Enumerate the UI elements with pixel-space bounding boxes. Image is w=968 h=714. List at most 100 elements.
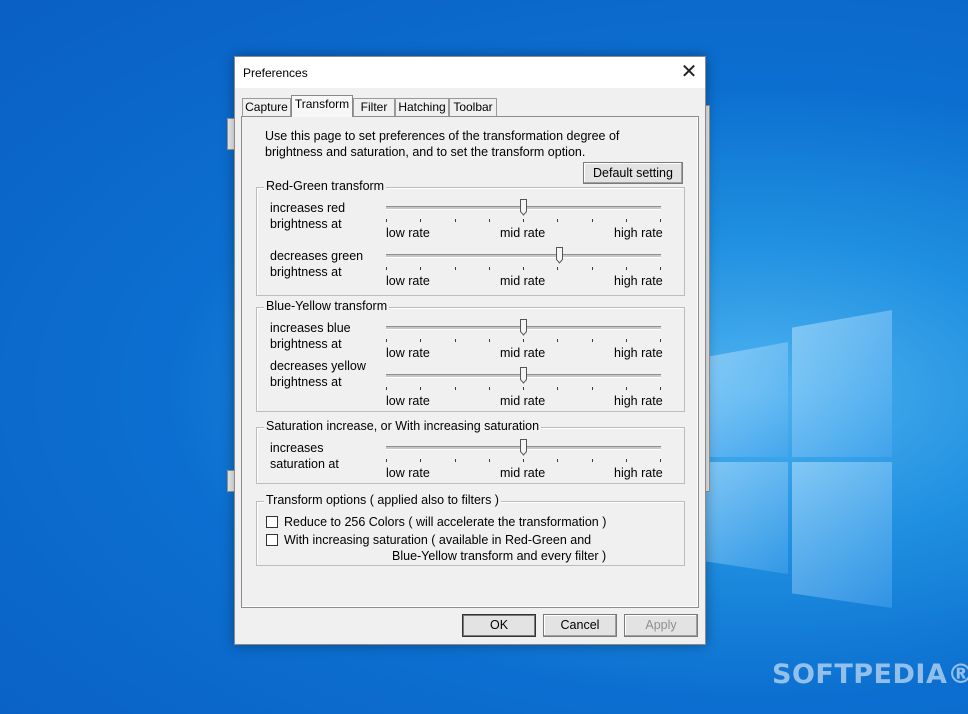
blue-yellow-group: Blue-Yellow transform increases blue bri…	[256, 299, 685, 412]
slider-tick	[523, 267, 524, 270]
slider-tick	[489, 219, 490, 222]
slider-tick	[386, 459, 387, 462]
slider-label-low: low rate	[386, 226, 430, 240]
slider-label-low: low rate	[386, 346, 430, 360]
row-label: increases saturation at	[270, 441, 339, 471]
title-bar[interactable]: Preferences ✕	[235, 57, 705, 88]
slider-thumb[interactable]	[520, 367, 527, 384]
slider-tick	[626, 459, 627, 462]
slider-tick	[592, 219, 593, 222]
slider-tick	[386, 267, 387, 270]
slider-tick	[660, 387, 661, 390]
slider-tick	[626, 387, 627, 390]
slider-thumb[interactable]	[556, 247, 563, 264]
transform-tab-panel: Use this page to set preferences of the …	[241, 116, 699, 608]
slider-tick	[523, 339, 524, 342]
slider-tick	[455, 339, 456, 342]
slider-tick	[386, 339, 387, 342]
slider-label-high: high rate	[614, 226, 663, 240]
slider-label-low: low rate	[386, 466, 430, 480]
slider-tick	[626, 267, 627, 270]
slider-tick	[455, 459, 456, 462]
slider-label-high: high rate	[614, 466, 663, 480]
softpedia-watermark: SOFTPEDIA®	[772, 659, 968, 690]
slider-tick	[626, 219, 627, 222]
saturation-slider[interactable]: low rate mid rate high rate	[386, 439, 663, 480]
slider-tick	[592, 459, 593, 462]
slider-tick	[523, 387, 524, 390]
close-icon[interactable]: ✕	[673, 57, 705, 88]
reduce-colors-checkbox[interactable]	[266, 516, 278, 528]
slider-tick	[557, 267, 558, 270]
slider-label-mid: mid rate	[500, 226, 546, 240]
slider-track[interactable]	[386, 254, 661, 258]
slider-tick	[489, 459, 490, 462]
slider-tick	[489, 267, 490, 270]
saturation-group: Saturation increase, or With increasing …	[256, 419, 685, 484]
yellow-brightness-slider[interactable]: low rate mid rate high rate	[386, 367, 663, 408]
tab-filter[interactable]: Filter	[353, 98, 395, 116]
slider-tick	[626, 339, 627, 342]
default-setting-button[interactable]: Default setting	[583, 162, 683, 184]
apply-button[interactable]: Apply	[624, 614, 698, 637]
green-brightness-slider[interactable]: low rate mid rate high rate	[386, 247, 663, 288]
row-label: decreases yellow brightness at	[270, 359, 366, 389]
slider-tick	[557, 339, 558, 342]
slider-label-low: low rate	[386, 394, 430, 408]
tab-toolbar[interactable]: Toolbar	[449, 98, 497, 116]
slider-label-mid: mid rate	[500, 346, 546, 360]
slider-label-high: high rate	[614, 274, 663, 288]
row-label: decreases green brightness at	[270, 249, 364, 279]
slider-tick	[592, 387, 593, 390]
slider-thumb[interactable]	[520, 199, 527, 216]
slider-tick	[386, 387, 387, 390]
preferences-dialog: Preferences ✕ Capture Transform Filter H…	[234, 56, 706, 645]
tab-capture[interactable]: Capture	[242, 98, 291, 116]
slider-tick	[420, 219, 421, 222]
slider-tick	[523, 459, 524, 462]
checkbox-label-cont: Blue-Yellow transform and every filter )	[392, 549, 607, 563]
slider-tick	[455, 219, 456, 222]
slider-thumb[interactable]	[520, 319, 527, 336]
slider-label-mid: mid rate	[500, 394, 546, 408]
slider-tick	[420, 387, 421, 390]
increasing-saturation-checkbox[interactable]	[266, 534, 278, 546]
slider-tick	[660, 459, 661, 462]
row-label: increases blue brightness at	[270, 321, 351, 351]
windows-logo	[700, 310, 892, 608]
dialog-title: Preferences	[243, 66, 308, 80]
checkbox-label: Reduce to 256 Colors ( will accelerate t…	[284, 515, 607, 529]
slider-label-low: low rate	[386, 274, 430, 288]
group-title: Blue-Yellow transform	[264, 299, 390, 313]
slider-tick	[523, 219, 524, 222]
slider-tick	[557, 219, 558, 222]
slider-tick	[557, 387, 558, 390]
slider-tick	[455, 267, 456, 270]
slider-label-mid: mid rate	[500, 274, 546, 288]
tab-hatching[interactable]: Hatching	[395, 98, 449, 116]
slider-tick	[420, 339, 421, 342]
checkbox-label: With increasing saturation ( available i…	[284, 533, 592, 547]
red-green-group: Red-Green transform increases red bright…	[256, 179, 685, 296]
tab-transform[interactable]: Transform	[291, 95, 353, 117]
group-title: Saturation increase, or With increasing …	[264, 419, 542, 433]
slider-thumb[interactable]	[520, 439, 527, 456]
slider-tick	[455, 387, 456, 390]
group-title: Red-Green transform	[264, 179, 387, 193]
blue-brightness-slider[interactable]: low rate mid rate high rate	[386, 319, 663, 360]
ok-button[interactable]: OK	[462, 614, 536, 637]
row-label: increases red brightness at	[270, 201, 346, 231]
slider-label-mid: mid rate	[500, 466, 546, 480]
slider-tick	[489, 387, 490, 390]
slider-tick	[660, 267, 661, 270]
slider-tick	[420, 267, 421, 270]
slider-label-high: high rate	[614, 394, 663, 408]
slider-tick	[489, 339, 490, 342]
slider-tick	[420, 459, 421, 462]
slider-tick	[557, 459, 558, 462]
red-brightness-slider[interactable]: low rate mid rate high rate	[386, 199, 663, 240]
slider-tick	[660, 219, 661, 222]
cancel-button[interactable]: Cancel	[543, 614, 617, 637]
slider-label-high: high rate	[614, 346, 663, 360]
slider-tick	[386, 219, 387, 222]
